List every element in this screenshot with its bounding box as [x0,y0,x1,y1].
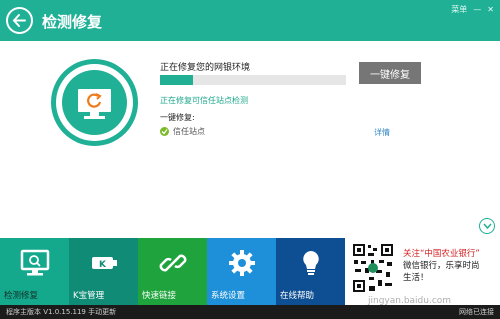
network-status: 网络已连接 [459,308,494,316]
monitor-refresh-icon [78,89,111,119]
gear-icon [229,250,255,276]
menu-button[interactable]: 菜单 [451,4,467,15]
tab-online-help[interactable]: 在线帮助 [276,238,345,305]
repair-progress-bar [160,75,346,85]
repair-item-label: 信任站点 [173,127,205,136]
details-link[interactable]: 详情 [374,127,390,138]
bottom-navigation: 检测修复 K K宝管理 快速链接 系统设置 在线帮助 [0,238,346,305]
wechat-promo[interactable]: 关注“中国农业银行” 微信银行，乐享时尚 生活！ [346,238,500,305]
repair-status-icon [51,59,138,146]
one-click-repair-button[interactable]: 一键修复 [359,62,421,84]
page-title: 检测修复 [42,13,103,31]
expand-button[interactable] [479,218,495,234]
tab-k-key[interactable]: K K宝管理 [69,238,138,305]
status-bar: 程序主版本 V1.0.15.119 手动更新 网络已连接 [0,305,500,319]
promo-line-2: 微信银行，乐享时尚 [403,261,480,271]
qr-code [351,242,395,294]
promo-line-3: 生活！ [403,273,429,283]
repair-item-row: 信任站点 [160,126,205,137]
svg-text:K: K [99,260,107,270]
repair-status-text: 正在修复您的网银环境 [160,63,251,73]
tab-label: K宝管理 [73,291,105,301]
repair-progress-fill [160,75,194,85]
monitor-icon [20,249,50,276]
lightbulb-icon [303,251,319,275]
title-bar: 检测修复 菜单 — ✕ [0,0,500,41]
tab-label: 系统设置 [211,291,246,301]
link-icon [159,254,187,272]
chevron-down-icon [483,223,492,230]
back-button[interactable] [6,7,33,34]
promo-prefix: 关注 [403,249,421,259]
tab-settings[interactable]: 系统设置 [207,238,276,305]
k-key-icon: K [92,257,117,270]
repair-substatus: 正在修复可信任站点检测 [160,96,248,105]
version-info[interactable]: 程序主版本 V1.0.15.119 手动更新 [6,307,116,317]
minimize-button[interactable]: — [473,5,481,14]
tab-label: 在线帮助 [280,291,315,301]
promo-bank-name: “中国农业银行” [420,249,480,259]
repair-section-label: 一键修复: [160,113,195,122]
close-button[interactable]: ✕ [487,5,494,14]
tab-label: 快速链接 [142,291,177,301]
check-icon [160,127,169,136]
back-arrow-icon [12,14,26,27]
tab-label: 检测修复 [4,291,39,301]
tab-quick-link[interactable]: 快速链接 [138,238,207,305]
window-controls: 菜单 — ✕ [451,4,494,15]
tab-detect-repair[interactable]: 检测修复 [0,238,69,305]
